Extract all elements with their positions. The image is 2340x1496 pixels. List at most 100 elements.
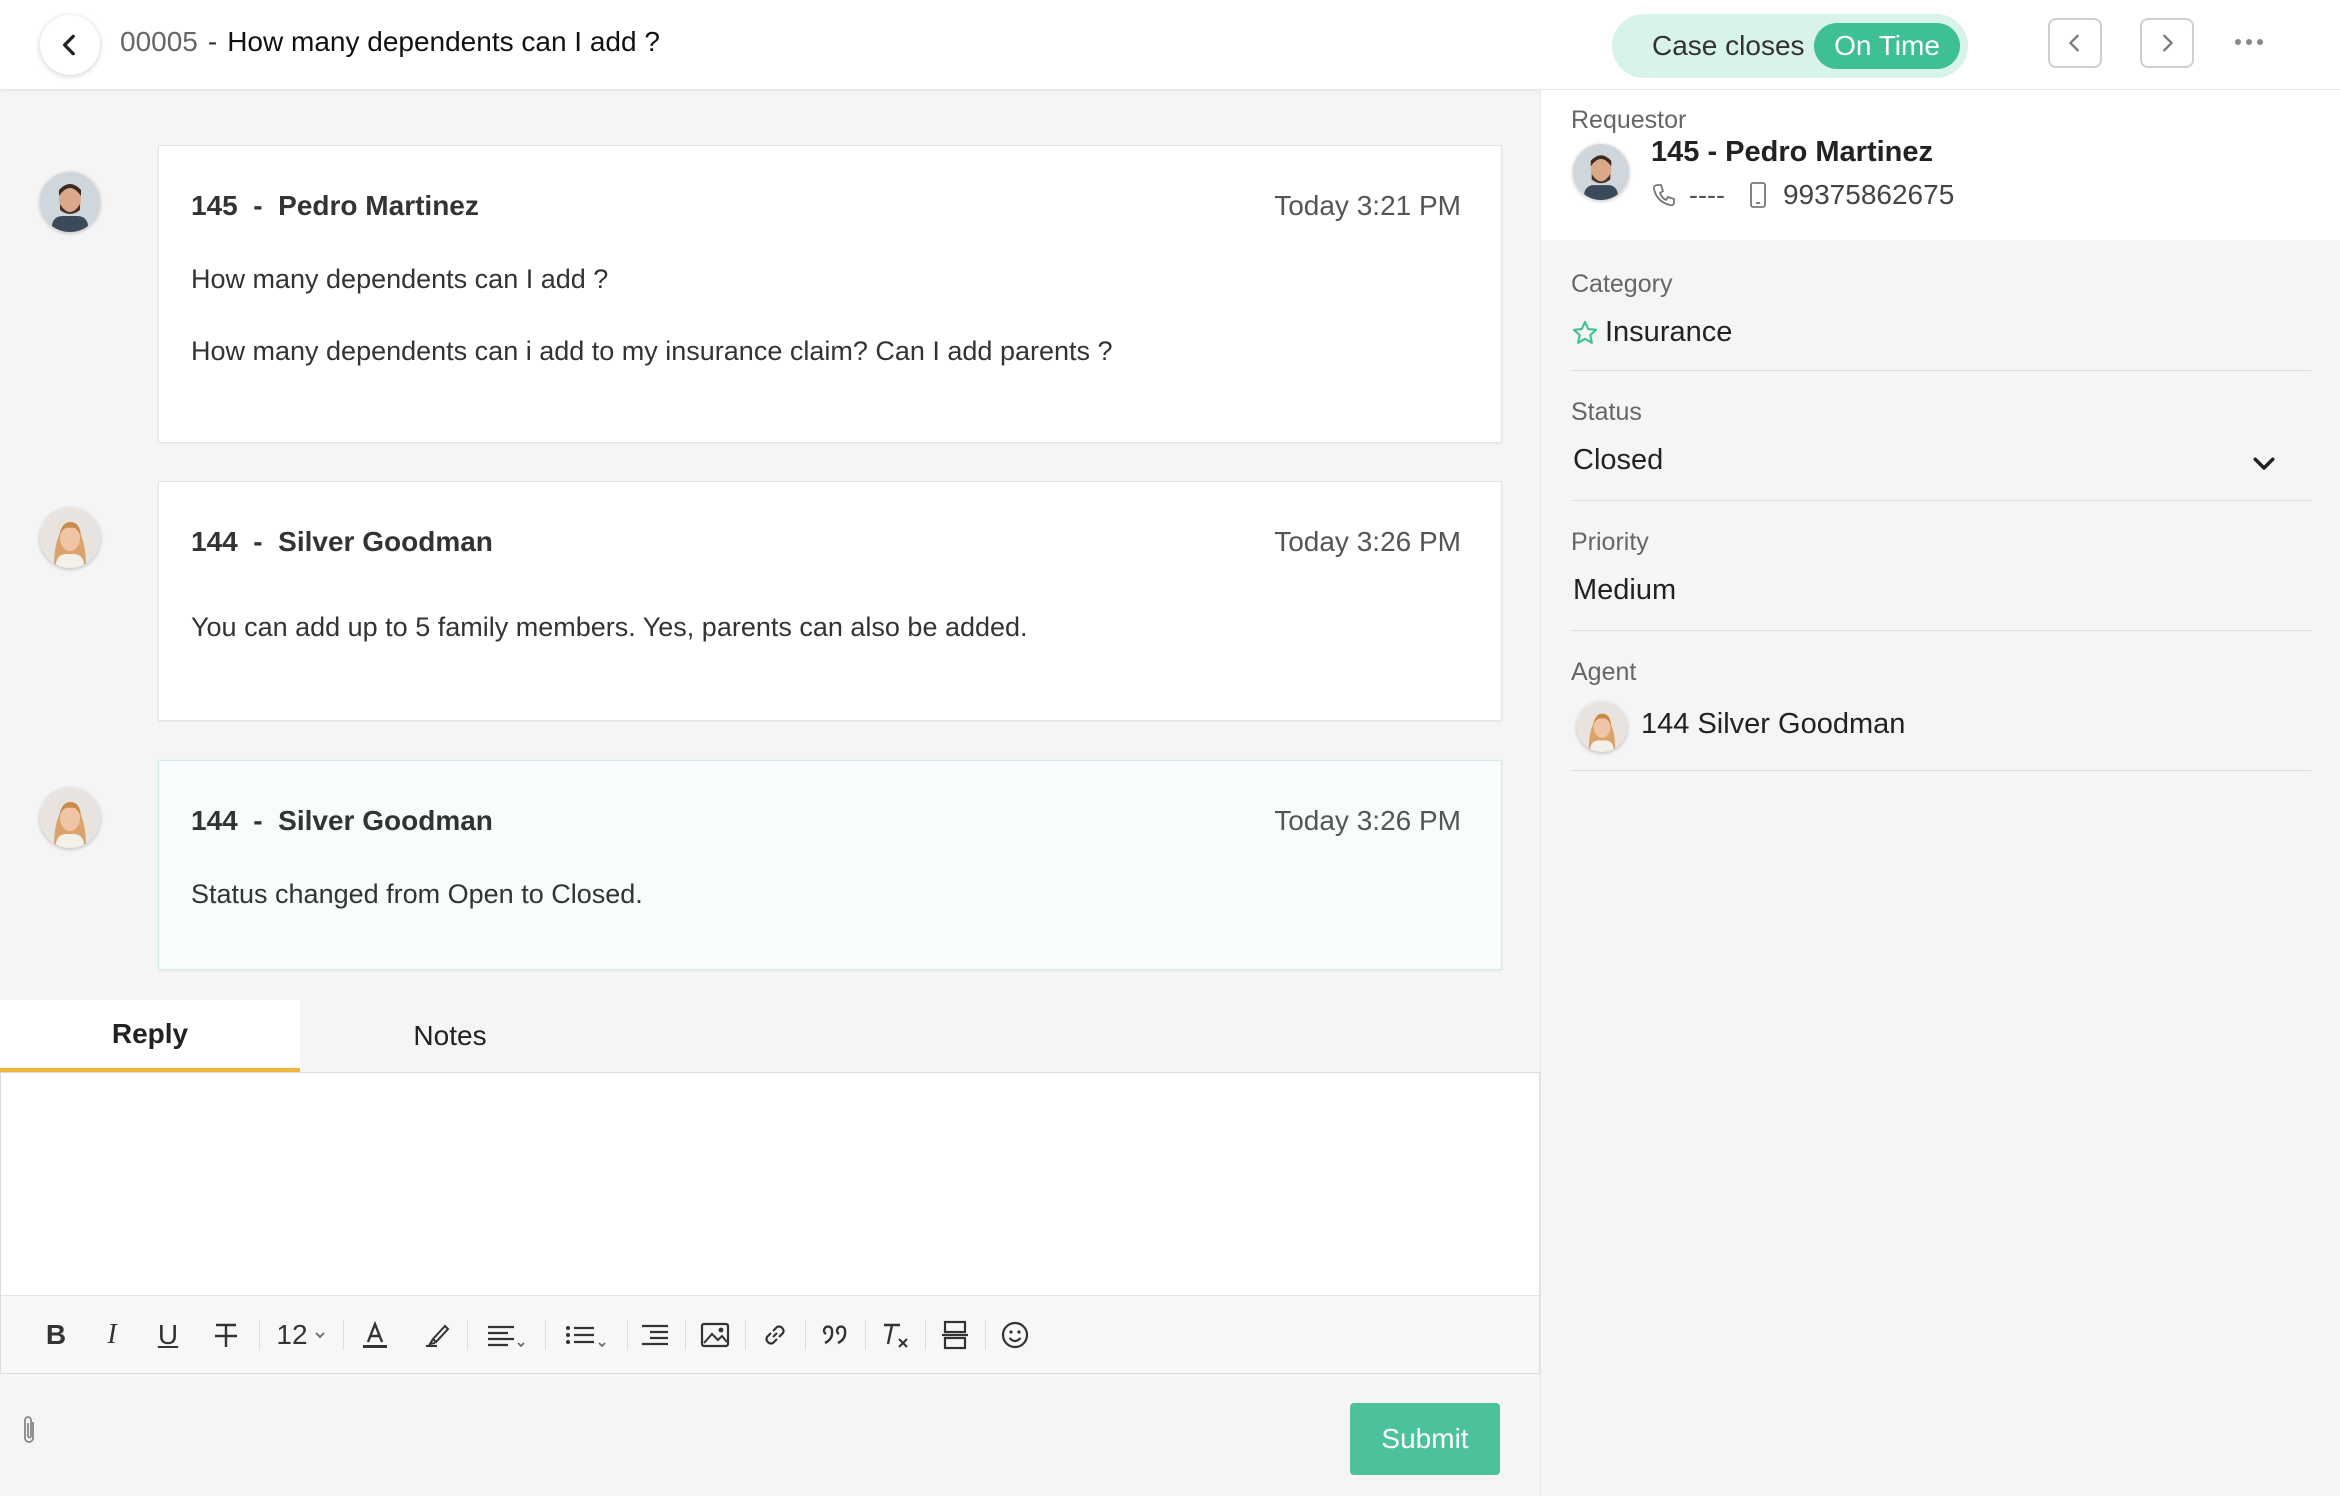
clear-formatting-button[interactable]	[877, 1314, 913, 1356]
star-icon	[1572, 320, 1598, 344]
font-size-value: 12	[276, 1319, 308, 1350]
message-line: You can add up to 5 family members. Yes,…	[191, 612, 1028, 642]
toolbar-divider	[745, 1320, 746, 1350]
chevron-left-icon	[62, 34, 75, 56]
tab-notes[interactable]: Notes	[300, 1000, 600, 1072]
tab-reply[interactable]: Reply	[0, 1000, 300, 1072]
toolbar-divider	[925, 1320, 926, 1350]
title-separator: -	[207, 26, 218, 57]
paperclip-icon	[24, 1416, 34, 1443]
agent-value[interactable]: 144 Silver Goodman	[1641, 708, 1905, 741]
status-label: Status	[1571, 398, 1642, 426]
more-options-button[interactable]	[2226, 22, 2272, 62]
priority-value[interactable]: Medium	[1573, 574, 1676, 607]
submit-button[interactable]: Submit	[1350, 1403, 1500, 1475]
message-author: 144 - Silver Goodman	[191, 805, 493, 836]
field-divider	[1571, 770, 2311, 771]
requestor-name: 145 - Pedro Martinez	[1651, 136, 1934, 168]
caret-down-icon	[314, 1332, 325, 1339]
message-time: Today 3:26 PM	[1274, 526, 1461, 557]
requestor-contact: ---- 99375862675	[1651, 178, 1954, 212]
case-closes-indicator: Case closes On Time	[1612, 14, 1968, 78]
list-icon	[566, 1326, 606, 1348]
attachment-button[interactable]	[22, 1414, 38, 1451]
align-button[interactable]	[479, 1314, 533, 1356]
editor-toolbar: B I U 12	[1, 1295, 1539, 1373]
insert-image-button[interactable]	[697, 1314, 733, 1356]
case-closes-label: Case closes	[1652, 30, 1805, 61]
insert-link-button[interactable]	[757, 1314, 793, 1356]
message-line: Status changed from Open to Closed.	[191, 879, 643, 909]
avatar-silver-goodman	[40, 788, 100, 848]
next-ticket-button[interactable]	[2140, 18, 2194, 68]
highlighter-icon	[426, 1324, 450, 1347]
font-color-button[interactable]	[357, 1314, 393, 1356]
avatar-agent	[1577, 702, 1627, 752]
toolbar-divider	[545, 1320, 546, 1350]
category-label: Category	[1571, 270, 1673, 298]
link-icon	[765, 1325, 785, 1345]
chevron-left-icon	[2069, 34, 2079, 52]
ticket-number: 00005	[120, 26, 198, 57]
template-icon	[942, 1320, 968, 1350]
underline-button[interactable]: U	[153, 1314, 183, 1356]
toolbar-divider	[467, 1320, 468, 1350]
requestor-mobile: 99375862675	[1782, 179, 1955, 210]
toolbar-divider	[627, 1320, 628, 1350]
font-color-icon	[363, 1320, 387, 1348]
avatar-requestor	[1573, 144, 1629, 200]
bold-button[interactable]: B	[41, 1314, 71, 1356]
category-value: Insurance	[1605, 316, 1733, 348]
toolbar-divider	[865, 1320, 866, 1350]
field-divider	[1571, 370, 2311, 371]
strikethrough-icon	[215, 1323, 237, 1347]
quote-icon	[822, 1325, 847, 1345]
toolbar-divider	[343, 1320, 344, 1350]
emoji-button[interactable]	[997, 1314, 1033, 1356]
message-line: How many dependents can I add ?	[191, 264, 609, 294]
field-divider	[1571, 630, 2311, 631]
emoji-icon	[1001, 1321, 1029, 1349]
message-card: 145 - Pedro Martinez Today 3:21 PM How m…	[158, 145, 1502, 443]
priority-label: Priority	[1571, 528, 1649, 556]
blockquote-button[interactable]	[817, 1314, 853, 1356]
indent-button[interactable]	[637, 1314, 673, 1356]
toolbar-divider	[685, 1320, 686, 1350]
indent-icon	[642, 1324, 668, 1346]
toolbar-divider	[985, 1320, 986, 1350]
align-left-icon	[488, 1325, 525, 1348]
status-value[interactable]: Closed	[1573, 444, 1663, 477]
avatar-pedro-martinez	[40, 172, 100, 232]
reply-editor[interactable]: B I U 12	[0, 1072, 1540, 1374]
on-time-badge: On Time	[1814, 23, 1960, 69]
status-change-card: 144 - Silver Goodman Today 3:26 PM Statu…	[158, 760, 1502, 970]
highlight-button[interactable]	[419, 1314, 455, 1356]
requestor-section: Requestor 145 - Pedro Martinez ---- 9937…	[1541, 90, 2340, 240]
toolbar-divider	[805, 1320, 806, 1350]
message-line: How many dependents can i add to my insu…	[191, 336, 1113, 366]
message-card: 144 - Silver Goodman Today 3:26 PM You c…	[158, 481, 1502, 721]
font-size-select[interactable]: 12	[269, 1314, 333, 1356]
chevron-down-icon	[2253, 457, 2275, 470]
field-divider	[1571, 500, 2311, 501]
clear-format-icon	[884, 1323, 908, 1348]
strikethrough-button[interactable]	[209, 1314, 243, 1356]
ticket-subject: How many dependents can I add ?	[227, 26, 660, 57]
requestor-label: Requestor	[1571, 106, 1687, 134]
ticket-title: 00005- How many dependents can I add ?	[120, 26, 660, 58]
italic-button[interactable]: I	[97, 1314, 127, 1356]
previous-ticket-button[interactable]	[2048, 18, 2102, 68]
mobile-icon	[1750, 182, 1766, 208]
status-dropdown-toggle[interactable]	[2249, 448, 2279, 483]
chevron-right-icon	[2163, 34, 2173, 52]
agent-label: Agent	[1571, 658, 1637, 686]
toolbar-divider	[259, 1320, 260, 1350]
insert-snippet-button[interactable]	[937, 1314, 973, 1356]
ticket-header: 00005- How many dependents can I add ? Ca…	[0, 0, 2340, 90]
message-time: Today 3:21 PM	[1274, 190, 1461, 221]
back-button[interactable]	[40, 15, 100, 75]
list-button[interactable]	[557, 1314, 615, 1356]
message-author: 145 - Pedro Martinez	[191, 190, 479, 221]
image-icon	[700, 1322, 730, 1348]
category-field[interactable]: Insurance	[1571, 316, 1732, 349]
